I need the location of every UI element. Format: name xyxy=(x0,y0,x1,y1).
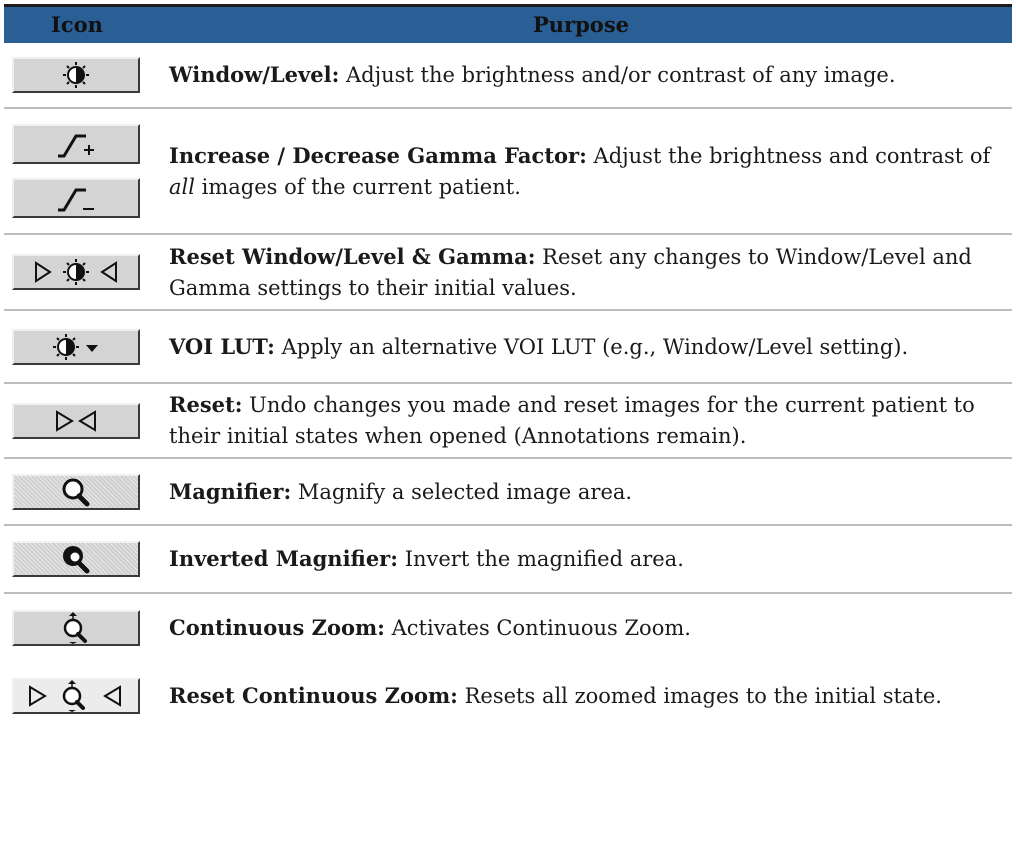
table-row: Reset Window/Level & Gamma: Reset any ch… xyxy=(4,235,1012,311)
gamma-decrease-button[interactable] xyxy=(12,178,140,219)
icon-purpose-table: Icon Purpose Window/Level: Adjust the br… xyxy=(4,4,1012,731)
reset-button[interactable] xyxy=(12,402,140,439)
magnifier-button[interactable] xyxy=(12,473,140,510)
header-purpose-column: Purpose xyxy=(533,12,629,37)
row-description: Increase / Decrease Gamma Factor: Adjust… xyxy=(169,142,991,199)
gamma-increase-icon xyxy=(58,134,94,158)
voi-lut-button[interactable] xyxy=(12,328,140,365)
table-row: Reset: Undo changes you made and reset i… xyxy=(4,384,1012,459)
table-row: Inverted Magnifier: Invert the magnified… xyxy=(4,526,1012,594)
reset-window-level-gamma-icon xyxy=(35,259,117,285)
row-description: Window/Level: Adjust the brightness and/… xyxy=(169,62,896,87)
continuous-zoom-button[interactable] xyxy=(12,609,140,646)
window-level-button[interactable] xyxy=(12,57,140,93)
row-description: Reset Window/Level & Gamma: Reset any ch… xyxy=(169,243,972,300)
reset-icon xyxy=(56,409,96,432)
magnifier-icon xyxy=(62,478,90,506)
table-row: Continuous Zoom: Activates Continuous Zo… xyxy=(4,594,1012,661)
table-row: Reset Continuous Zoom: Resets all zoomed… xyxy=(4,661,1012,731)
table-row: Magnifier: Magnify a selected image area… xyxy=(4,459,1012,526)
voi-lut-icon xyxy=(53,333,98,360)
reset-continuous-zoom-icon xyxy=(29,680,121,712)
row-description: Inverted Magnifier: Invert the magnified… xyxy=(169,546,684,571)
table-row: Window/Level: Adjust the brightness and/… xyxy=(4,43,1012,109)
row-description: Continuous Zoom: Activates Continuous Zo… xyxy=(169,614,691,640)
table-row: Increase / Decrease Gamma Factor: Adjust… xyxy=(4,109,1012,235)
window-level-icon xyxy=(63,62,89,88)
table-row: VOI LUT: Apply an alternative VOI LUT (e… xyxy=(4,311,1012,384)
reset-continuous-zoom-button[interactable] xyxy=(12,678,140,714)
row-description: Reset Continuous Zoom: Resets all zoomed… xyxy=(169,683,942,708)
row-description: Magnifier: Magnify a selected image area… xyxy=(169,478,633,504)
inverted-magnifier-icon xyxy=(63,546,90,574)
gamma-decrease-icon xyxy=(58,188,94,212)
row-description: Reset: Undo changes you made and reset i… xyxy=(169,392,975,448)
row-description: VOI LUT: Apply an alternative VOI LUT (e… xyxy=(169,333,909,359)
inverted-magnifier-button[interactable] xyxy=(12,541,140,577)
header-icon-column: Icon xyxy=(51,12,103,37)
table-header: Icon Purpose xyxy=(4,4,1012,43)
reset-window-level-gamma-button[interactable] xyxy=(12,254,140,290)
gamma-increase-button[interactable] xyxy=(12,123,140,164)
continuous-zoom-icon xyxy=(63,611,87,644)
